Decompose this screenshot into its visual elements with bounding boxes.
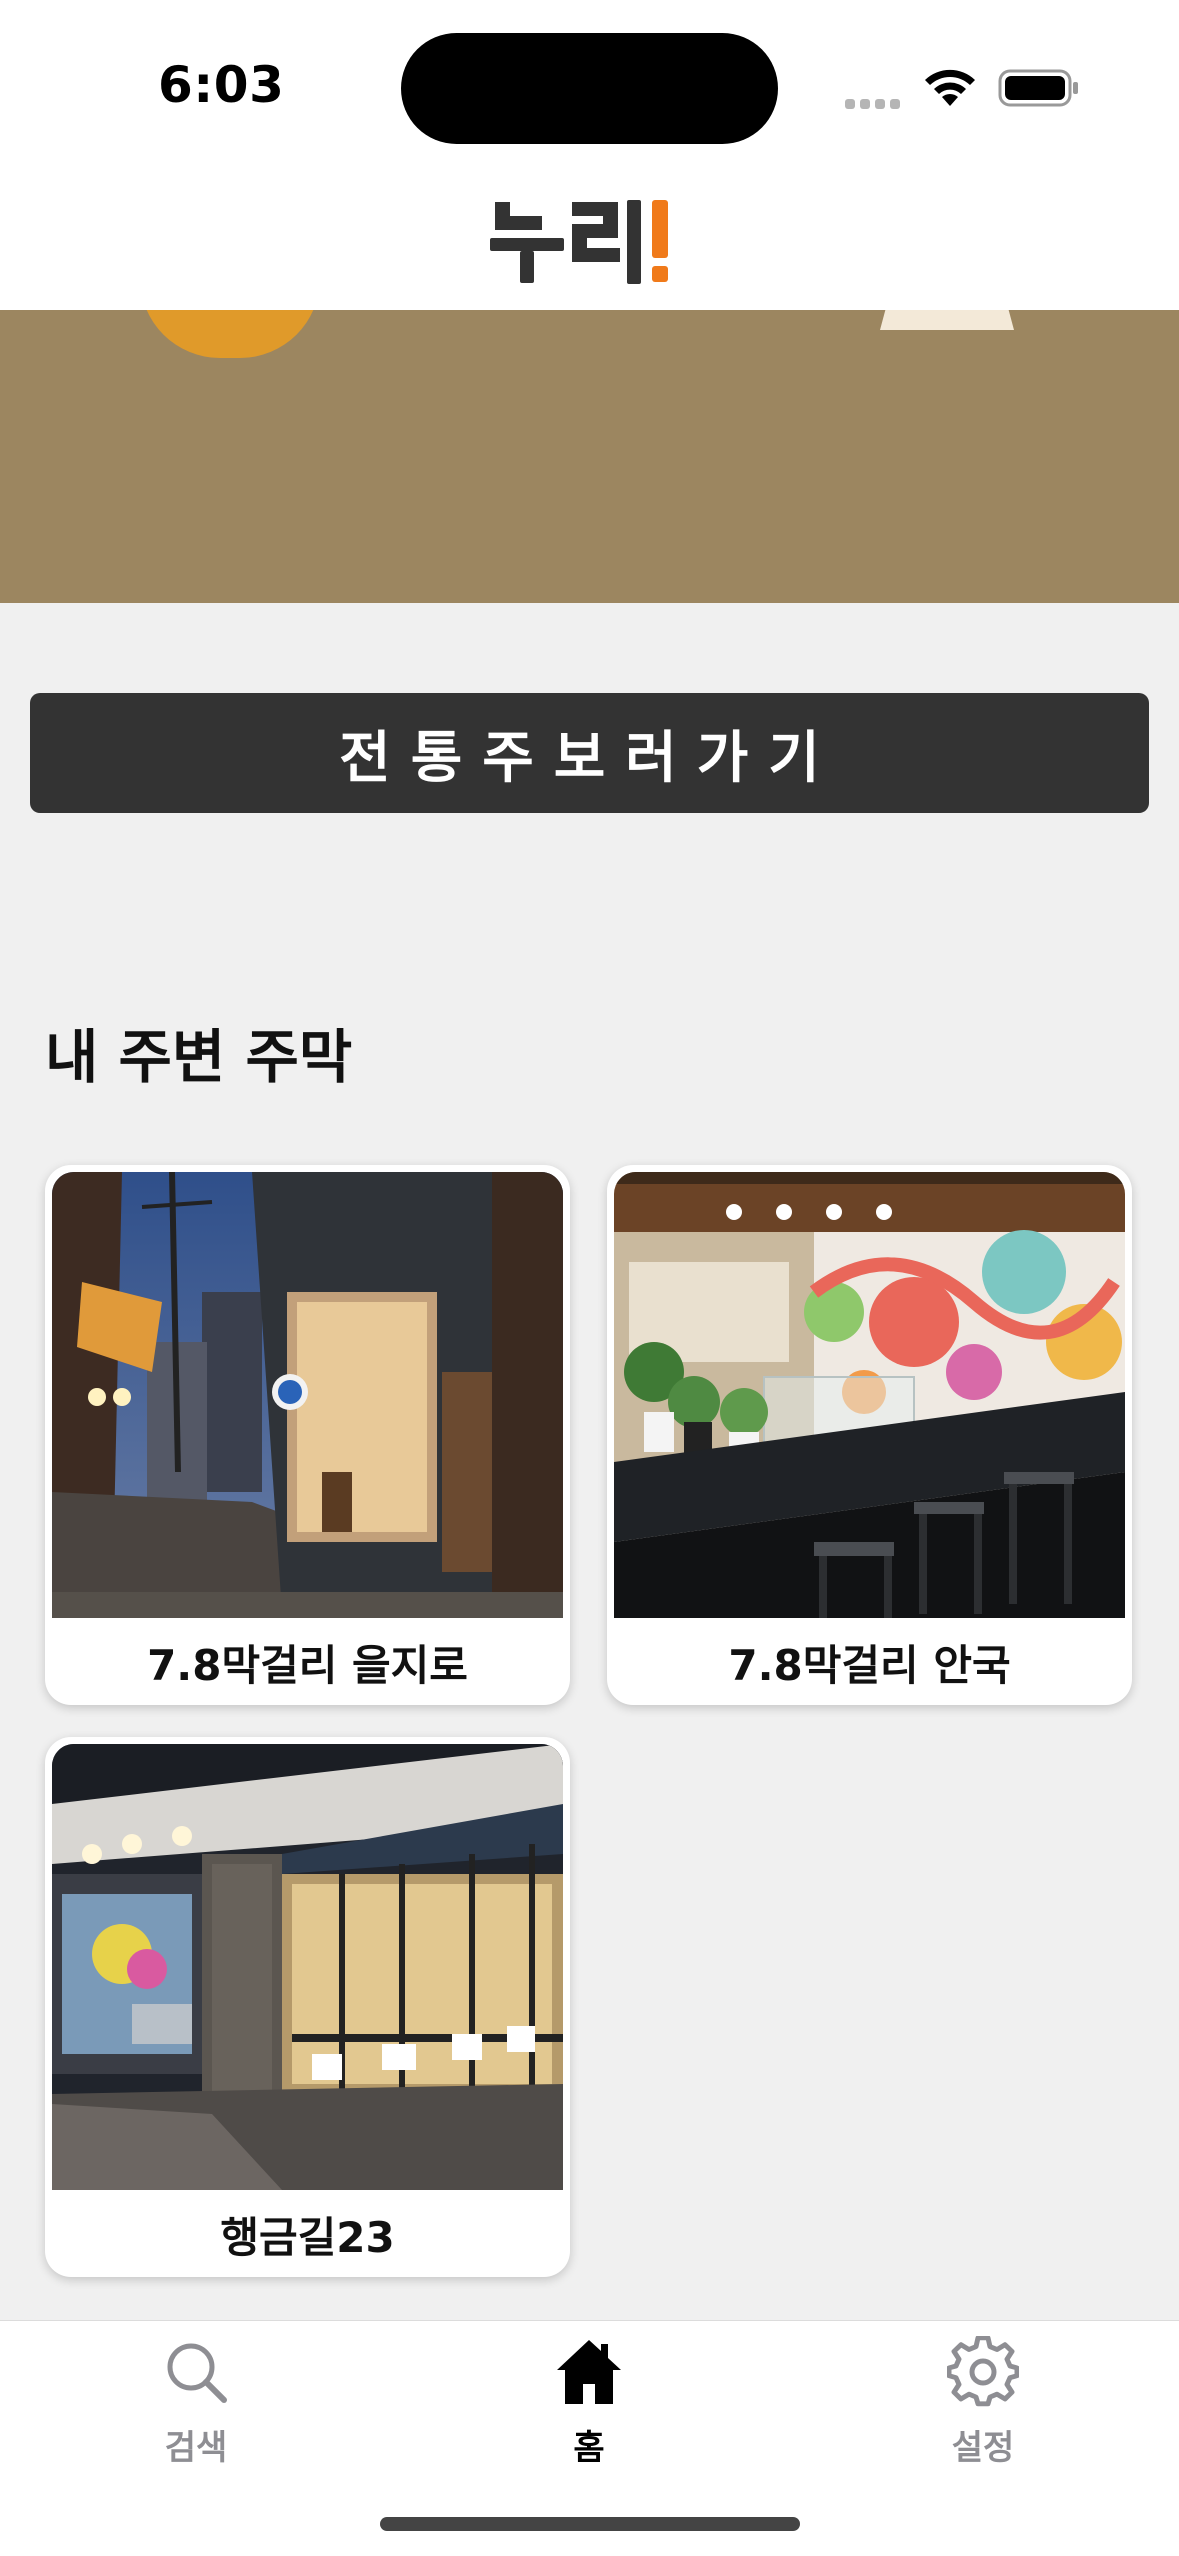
status-bar: 6:03 (0, 0, 1179, 170)
gear-icon (947, 2336, 1019, 2407)
home-icon (557, 2340, 621, 2404)
tab-home[interactable]: 홈 (489, 2336, 689, 2476)
search-icon (167, 2343, 227, 2403)
section-title-nearby: 내 주변 주막 (45, 1023, 353, 1091)
status-time: 6:03 (158, 56, 285, 114)
pub-name: 7.8막걸리 안국 (728, 1641, 1011, 1690)
pub-photo (614, 1172, 1125, 1618)
pub-photo (52, 1744, 563, 2190)
pub-name: 행금길23 (220, 2213, 395, 2262)
dynamic-island (401, 33, 778, 144)
tab-label: 홈 (573, 2428, 605, 2468)
app-logo (490, 200, 668, 284)
cellular-signal-icon (845, 94, 905, 113)
pub-photo (52, 1172, 563, 1618)
promo-banner[interactable] (0, 310, 1179, 603)
wifi-icon (925, 69, 975, 106)
battery-icon (998, 69, 1078, 107)
tab-search[interactable]: 검색 (96, 2336, 296, 2476)
pub-card[interactable]: 행금길23 (45, 1737, 570, 2277)
pub-name: 7.8막걸리 을지로 (147, 1641, 468, 1690)
tab-label: 설정 (951, 2428, 1015, 2468)
browse-traditional-liquor-button[interactable]: 전통주보러가기 (30, 693, 1149, 813)
pub-card[interactable]: 7.8막걸리 을지로 (45, 1165, 570, 1705)
tab-settings[interactable]: 설정 (883, 2336, 1083, 2476)
banner-illustration (140, 310, 320, 358)
tab-label: 검색 (164, 2428, 228, 2468)
pub-card[interactable]: 7.8막걸리 안국 (607, 1165, 1132, 1705)
home-indicator (380, 2517, 800, 2531)
banner-illustration-right (880, 310, 1014, 330)
